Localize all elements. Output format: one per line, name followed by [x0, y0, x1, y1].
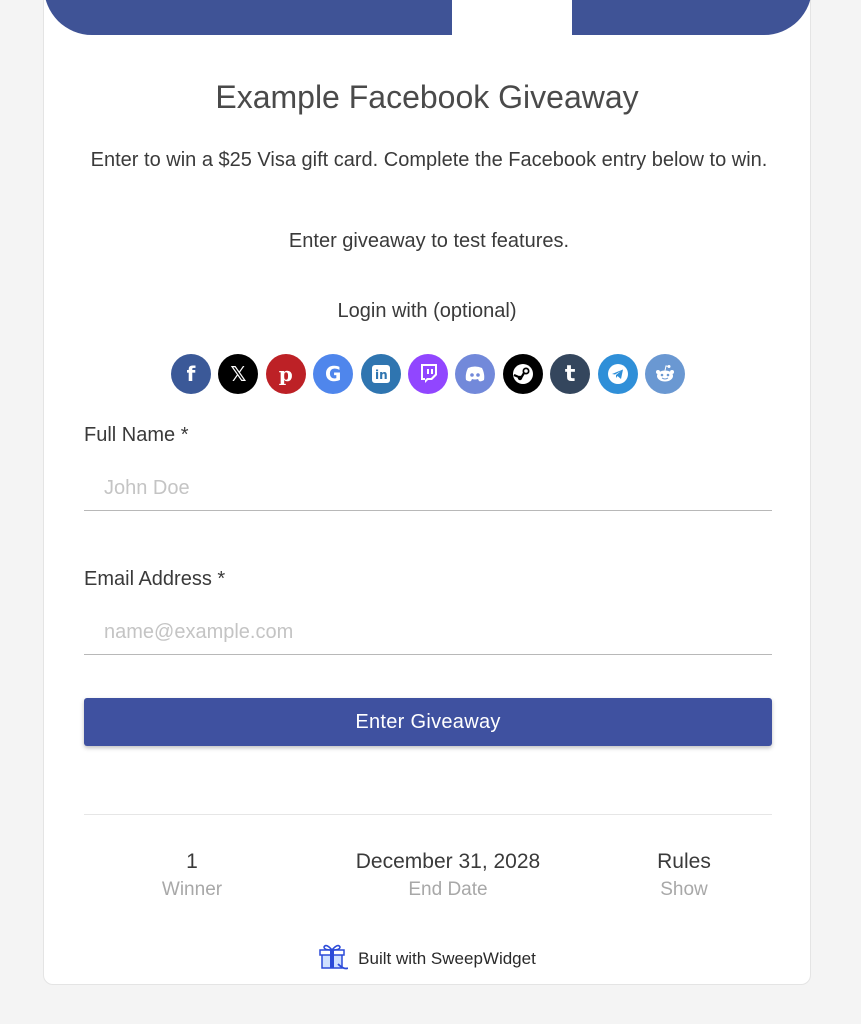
facebook-icon: f	[186, 362, 196, 386]
header-banner-right	[572, 0, 812, 35]
login-label: Login with (optional)	[337, 300, 517, 322]
x-icon: 𝕏	[230, 362, 247, 386]
pinterest-login-button[interactable]: p	[265, 354, 306, 394]
end-date-value: December 31, 2028	[355, 850, 541, 873]
discord-icon	[464, 366, 486, 382]
full-name-input[interactable]	[84, 467, 772, 511]
twitch-login-button[interactable]	[407, 354, 448, 394]
steam-login-button[interactable]	[502, 354, 543, 394]
built-with-text[interactable]: Built with SweepWidget	[358, 949, 536, 969]
steam-icon	[512, 363, 534, 385]
tumblr-icon: t	[564, 361, 576, 387]
winners-stat: 1 Winner	[92, 849, 292, 905]
rules-title: Rules	[657, 850, 711, 873]
telegram-login-button[interactable]	[597, 354, 638, 394]
full-name-label: Full Name *	[84, 424, 189, 446]
giveaway-note: Enter giveaway to test features.	[288, 230, 570, 252]
end-date-stat: December 31, 2028 End Date	[348, 849, 548, 905]
pinterest-icon: p	[278, 362, 293, 386]
rules-show-link[interactable]: Show	[584, 875, 784, 905]
discord-login-button[interactable]	[455, 354, 496, 394]
header-banner-left	[44, 0, 452, 35]
gift-icon	[318, 942, 349, 977]
reddit-icon	[654, 364, 676, 384]
social-login-row: f 𝕏 p G in t	[171, 354, 687, 394]
winners-count: 1	[186, 850, 198, 873]
facebook-login-button[interactable]: f	[171, 354, 211, 394]
giveaway-card: Example Facebook Giveaway Enter to win a…	[43, 0, 812, 985]
built-with-footer[interactable]: Built with SweepWidget	[44, 944, 810, 974]
x-login-button[interactable]: 𝕏	[218, 354, 259, 394]
google-icon: G	[324, 362, 342, 386]
giveaway-title: Example Facebook Giveaway	[215, 79, 639, 115]
end-date-label: End Date	[408, 879, 488, 900]
email-label: Email Address *	[84, 568, 226, 590]
rules-stat[interactable]: Rules Show	[584, 849, 784, 905]
enter-giveaway-button[interactable]: Enter Giveaway	[84, 698, 772, 746]
divider	[84, 814, 772, 815]
linkedin-icon: in	[371, 365, 390, 383]
winners-label: Winner	[161, 879, 223, 900]
telegram-icon	[607, 363, 629, 385]
google-login-button[interactable]: G	[313, 354, 354, 394]
tumblr-login-button[interactable]: t	[550, 354, 591, 394]
email-input[interactable]	[84, 611, 772, 655]
twitch-icon	[419, 364, 437, 384]
linkedin-login-button[interactable]: in	[360, 354, 401, 394]
reddit-login-button[interactable]	[644, 354, 685, 394]
giveaway-description: Enter to win a $25 Visa gift card. Compl…	[90, 149, 768, 171]
svg-text:in: in	[375, 368, 388, 382]
